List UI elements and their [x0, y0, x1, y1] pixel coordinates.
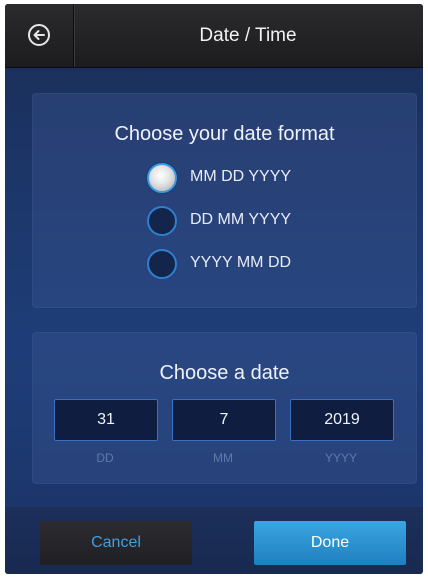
page-title: Date / Time: [199, 25, 297, 46]
date-picker-title: Choose a date: [159, 362, 290, 384]
radio-label: DD MM YYYY: [190, 211, 292, 228]
date-time-screen: Date / Time Choose your date format MM D…: [5, 4, 423, 574]
radio-checked-icon[interactable]: [147, 163, 177, 193]
arrow-left-circle-icon: [28, 24, 50, 46]
radio-unchecked-icon[interactable]: [147, 249, 177, 279]
date-format-panel: Choose your date format MM DD YYYY DD MM…: [32, 93, 417, 308]
date-format-title: Choose your date format: [114, 123, 335, 145]
day-caption: DD: [96, 451, 114, 465]
month-caption: MM: [213, 451, 233, 465]
month-field[interactable]: 7: [172, 399, 276, 441]
day-field[interactable]: 31: [54, 399, 158, 441]
radio-label: YYYY MM DD: [190, 254, 292, 271]
year-caption: YYYY: [324, 451, 357, 465]
back-button[interactable]: [5, 4, 74, 67]
radio-label: MM DD YYYY: [190, 168, 292, 185]
footer-bar: Cancel Done: [5, 507, 423, 574]
radio-unchecked-icon[interactable]: [147, 206, 177, 236]
cancel-button[interactable]: Cancel: [40, 521, 192, 565]
year-field[interactable]: 2019: [290, 399, 394, 441]
header-bar: Date / Time: [5, 4, 423, 68]
date-picker-panel: Choose a date 31 7 2019 DD MM YYYY: [32, 332, 417, 484]
done-button[interactable]: Done: [254, 521, 406, 565]
